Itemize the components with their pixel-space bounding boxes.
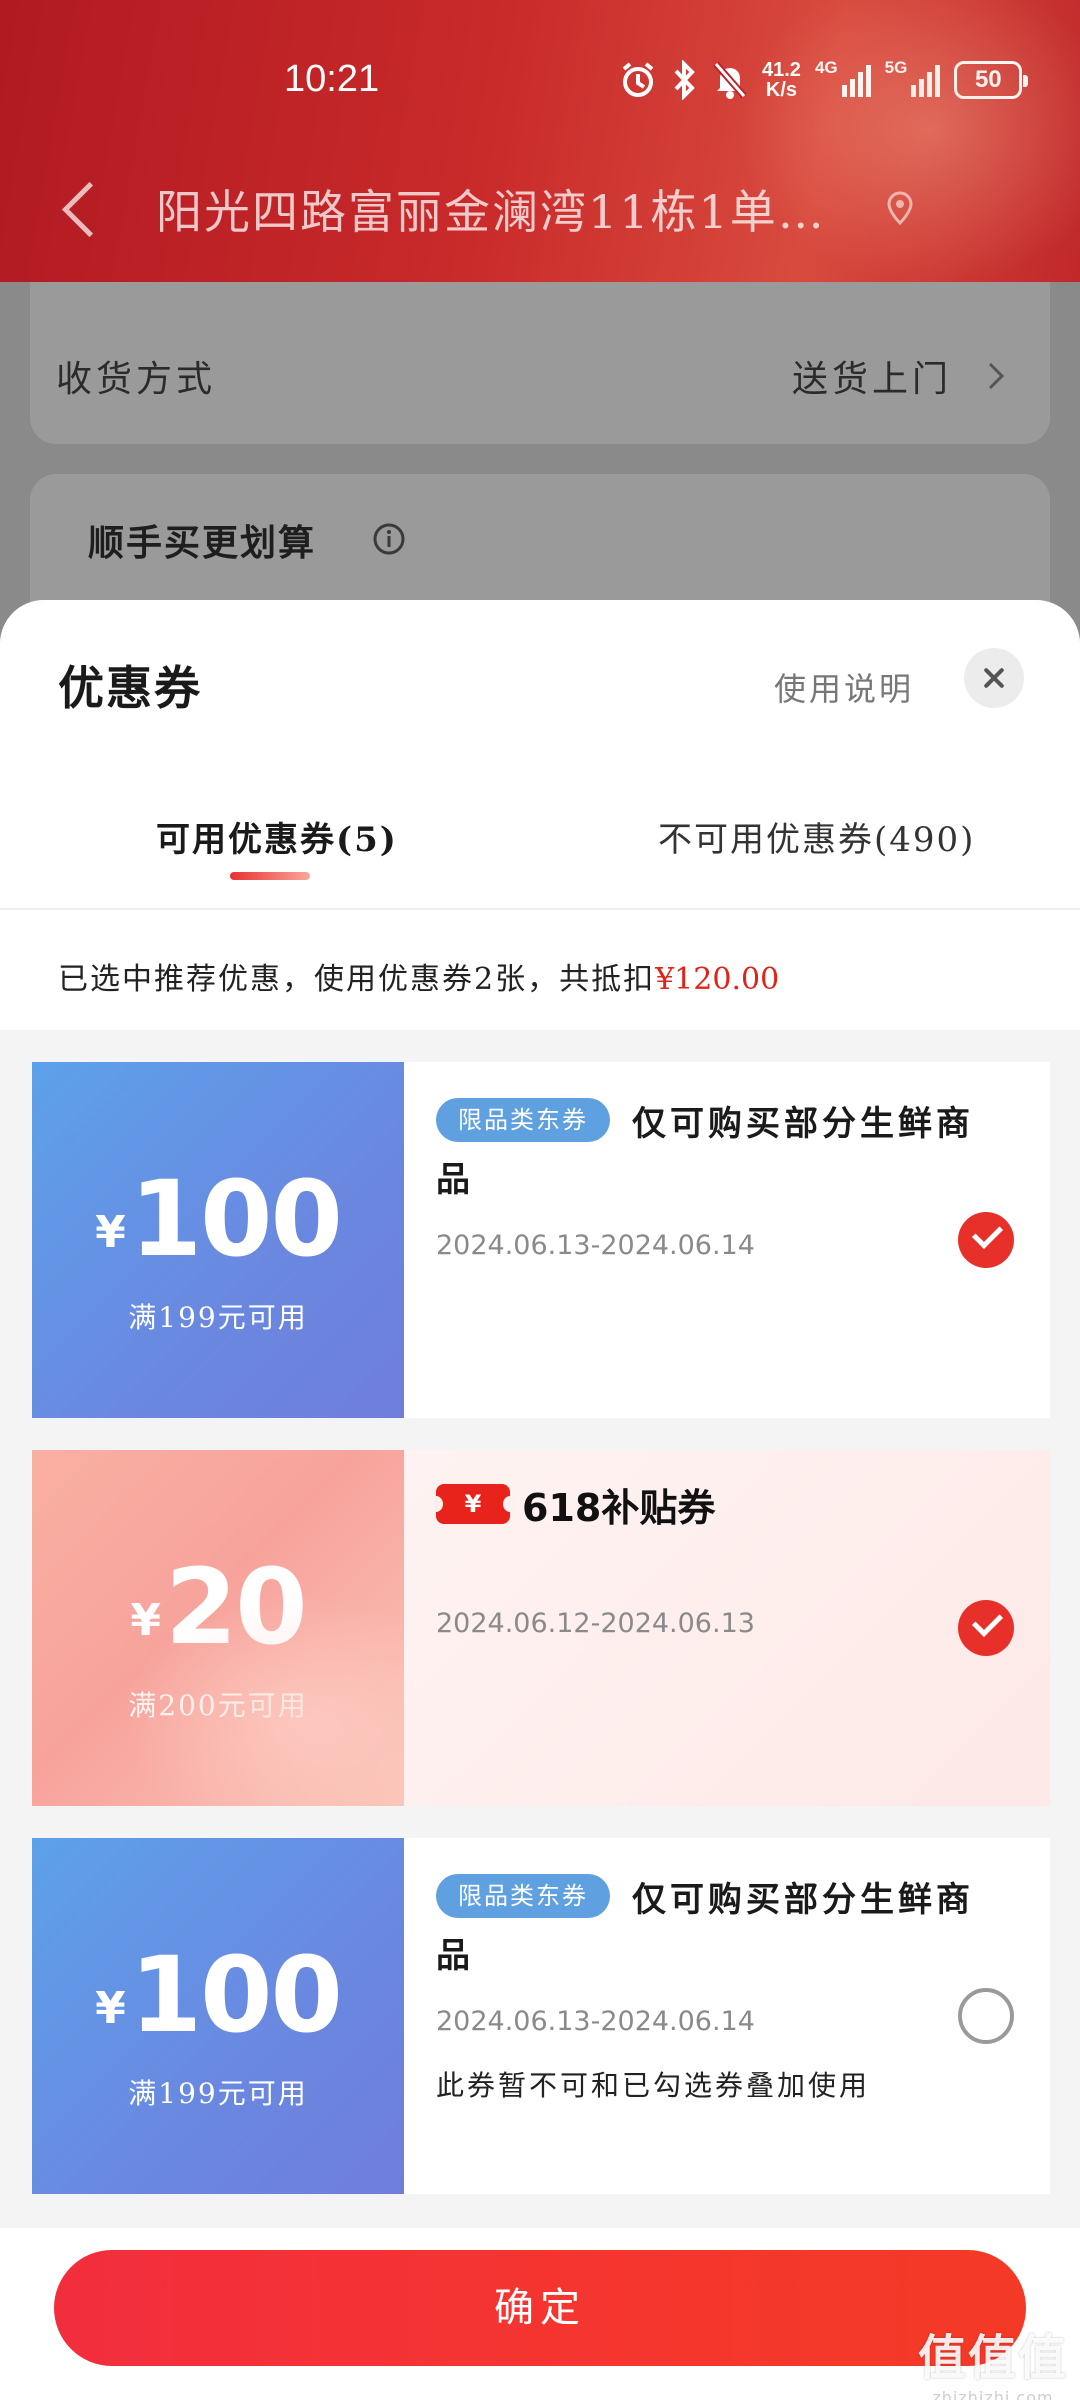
summary-amount: ¥120.00 bbox=[655, 962, 780, 997]
page-header: 10:21 41.2 K/s 4G 5G 50 阳光四路富丽金澜湾11栋1单… bbox=[0, 0, 1080, 282]
coupon-value-panel: ¥100 满199元可用 bbox=[26, 1062, 404, 1418]
network-4g-label: 4G bbox=[814, 58, 838, 77]
bundle-title: 顺手买更划算 bbox=[88, 523, 317, 564]
signal-5g-icon bbox=[911, 63, 941, 97]
mute-bell-icon bbox=[712, 60, 748, 100]
selection-summary: 已选中推荐优惠，使用优惠券2张，共抵扣¥120.00 bbox=[58, 954, 779, 998]
coupon-amount-value: 20 bbox=[164, 1546, 308, 1668]
summary-text: 已选中推荐优惠，使用优惠券2张，共抵扣 bbox=[58, 962, 656, 997]
bluetooth-icon bbox=[672, 60, 698, 100]
alarm-icon bbox=[618, 60, 658, 100]
tab-unavailable-coupons[interactable]: 不可用优惠券(490) bbox=[658, 812, 975, 861]
coupon-date-range: 2024.06.13-2024.06.14 bbox=[436, 1230, 755, 1261]
status-bar: 10:21 41.2 K/s 4G 5G 50 bbox=[0, 52, 1080, 112]
delivery-method-label: 收货方式 bbox=[56, 359, 217, 400]
usage-instructions-link[interactable]: 使用说明 bbox=[774, 664, 914, 710]
coupon-stacking-note: 此券暂不可和已勾选券叠加使用 bbox=[436, 2069, 871, 2102]
coupon-condition: 满199元可用 bbox=[128, 1301, 308, 1334]
coupon-amount: ¥20 bbox=[32, 1546, 404, 1668]
currency-symbol: ¥ bbox=[130, 1595, 161, 1646]
yen-ticket-icon: ¥ bbox=[429, 1484, 517, 1524]
coupon-title: 仅可购买部分生鲜商品 bbox=[436, 1880, 974, 1976]
network-5g-label: 5G bbox=[884, 58, 908, 77]
back-arrow-icon[interactable] bbox=[58, 178, 102, 238]
location-pin-icon[interactable] bbox=[882, 190, 918, 226]
active-tab-indicator bbox=[230, 872, 310, 880]
net-speed: 41.2 K/s bbox=[762, 60, 801, 100]
net-speed-unit: K/s bbox=[765, 79, 798, 101]
delivery-address[interactable]: 阳光四路富丽金澜湾11栋1单… bbox=[156, 176, 856, 242]
net-speed-value: 41.2 bbox=[762, 59, 801, 81]
coupon-amount: ¥100 bbox=[32, 1158, 404, 1280]
close-button[interactable] bbox=[964, 648, 1024, 708]
currency-symbol: ¥ bbox=[95, 1983, 126, 2034]
delivery-method-value[interactable]: 送货上门 bbox=[792, 350, 952, 402]
currency-symbol: ¥ bbox=[95, 1207, 126, 1258]
watermark: 值值值 zhizhizhi.com bbox=[918, 2318, 1068, 2400]
info-icon[interactable] bbox=[372, 522, 406, 556]
status-time: 10:21 bbox=[284, 58, 380, 100]
coupon-amount-value: 100 bbox=[129, 1934, 343, 2056]
coupon-sheet: 优惠券 使用说明 可用优惠券(5) 不可用优惠券(490) 已选中推荐优惠，使用… bbox=[0, 600, 1080, 2400]
confirm-button[interactable]: 确定 bbox=[54, 2250, 1026, 2366]
tab-divider bbox=[0, 908, 1080, 910]
coupon-date-range: 2024.06.12-2024.06.13 bbox=[436, 1608, 755, 1639]
coupon-amount-value: 100 bbox=[129, 1158, 343, 1280]
coupon-condition: 满200元可用 bbox=[128, 1689, 308, 1722]
subsidy-badge: ¥ 618补贴券 bbox=[429, 1480, 715, 1530]
status-icons: 41.2 K/s 4G 5G 50 bbox=[618, 52, 1029, 108]
sheet-title: 优惠券 bbox=[58, 661, 202, 715]
sheet-header: 优惠券 使用说明 可用优惠券(5) 不可用优惠券(490) 已选中推荐优惠，使用… bbox=[0, 600, 1080, 1030]
coupon-card[interactable]: ¥20 满200元可用 ¥ 618补贴券 2024.06.12-2024.06.… bbox=[32, 1450, 1050, 1806]
coupon-card[interactable]: ¥100 满199元可用 限品类东券 仅可购买部分生鲜商品 2024.06.13… bbox=[26, 1062, 1050, 1418]
coupon-checkbox-checked[interactable] bbox=[958, 1600, 1014, 1656]
coupon-value-panel: ¥100 满199元可用 bbox=[26, 1838, 404, 2194]
watermark-logo: 值值值 bbox=[917, 2330, 1068, 2386]
tab-available-coupons[interactable]: 可用优惠券(5) bbox=[156, 812, 398, 861]
subsidy-badge-label: 618补贴券 bbox=[522, 1485, 716, 1530]
coupon-amount: ¥100 bbox=[32, 1934, 404, 2056]
coupon-checkbox-checked[interactable] bbox=[958, 1212, 1014, 1268]
coupon-checkbox-unchecked[interactable] bbox=[958, 1988, 1014, 2044]
coupon-card[interactable]: ¥100 满199元可用 限品类东券 仅可购买部分生鲜商品 2024.06.13… bbox=[26, 1838, 1050, 2194]
coupon-value-panel: ¥20 满200元可用 bbox=[32, 1450, 404, 1806]
watermark-url: zhizhizhi.com bbox=[932, 2388, 1054, 2400]
battery-icon: 50 bbox=[954, 61, 1029, 99]
coupon-condition: 满199元可用 bbox=[128, 2077, 308, 2110]
signal-4g-icon bbox=[841, 63, 871, 97]
coupon-title: 仅可购买部分生鲜商品 bbox=[436, 1104, 974, 1200]
coupon-date-range: 2024.06.13-2024.06.14 bbox=[436, 2006, 755, 2037]
chevron-right-icon bbox=[982, 358, 1012, 394]
